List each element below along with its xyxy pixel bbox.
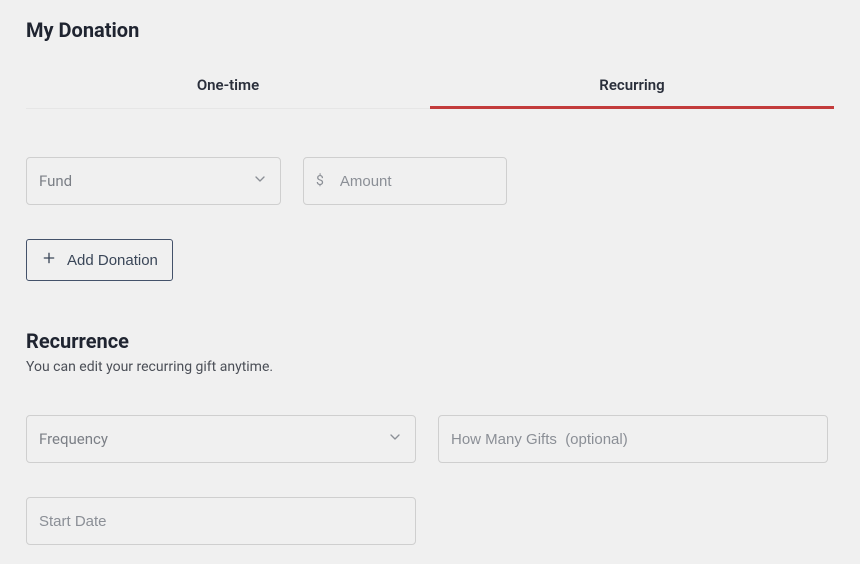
add-donation-button[interactable]: Add Donation <box>26 239 173 281</box>
tab-one-time[interactable]: One-time <box>26 64 430 109</box>
fund-select[interactable]: Fund <box>26 157 281 205</box>
frequency-select[interactable]: Frequency <box>26 415 416 463</box>
chevron-down-icon <box>252 171 268 191</box>
how-many-gifts-input[interactable] <box>451 431 815 448</box>
chevron-down-icon <box>387 429 403 449</box>
recurrence-subtitle: You can edit your recurring gift anytime… <box>26 359 834 375</box>
tab-recurring[interactable]: Recurring <box>430 64 834 109</box>
plus-icon <box>41 250 57 270</box>
frequency-placeholder: Frequency <box>39 430 108 448</box>
start-date-field[interactable] <box>26 497 416 545</box>
add-donation-label: Add Donation <box>67 252 158 269</box>
recurrence-title: Recurrence <box>26 329 834 353</box>
how-many-gifts-field[interactable] <box>438 415 828 463</box>
start-date-input[interactable] <box>39 513 403 530</box>
page-title: My Donation <box>26 18 834 42</box>
amount-input[interactable] <box>340 173 539 190</box>
donation-tabs: One-time Recurring <box>26 64 834 109</box>
fund-placeholder: Fund <box>39 172 72 190</box>
currency-prefix: $ <box>316 173 324 189</box>
amount-field[interactable]: $ <box>303 157 507 205</box>
